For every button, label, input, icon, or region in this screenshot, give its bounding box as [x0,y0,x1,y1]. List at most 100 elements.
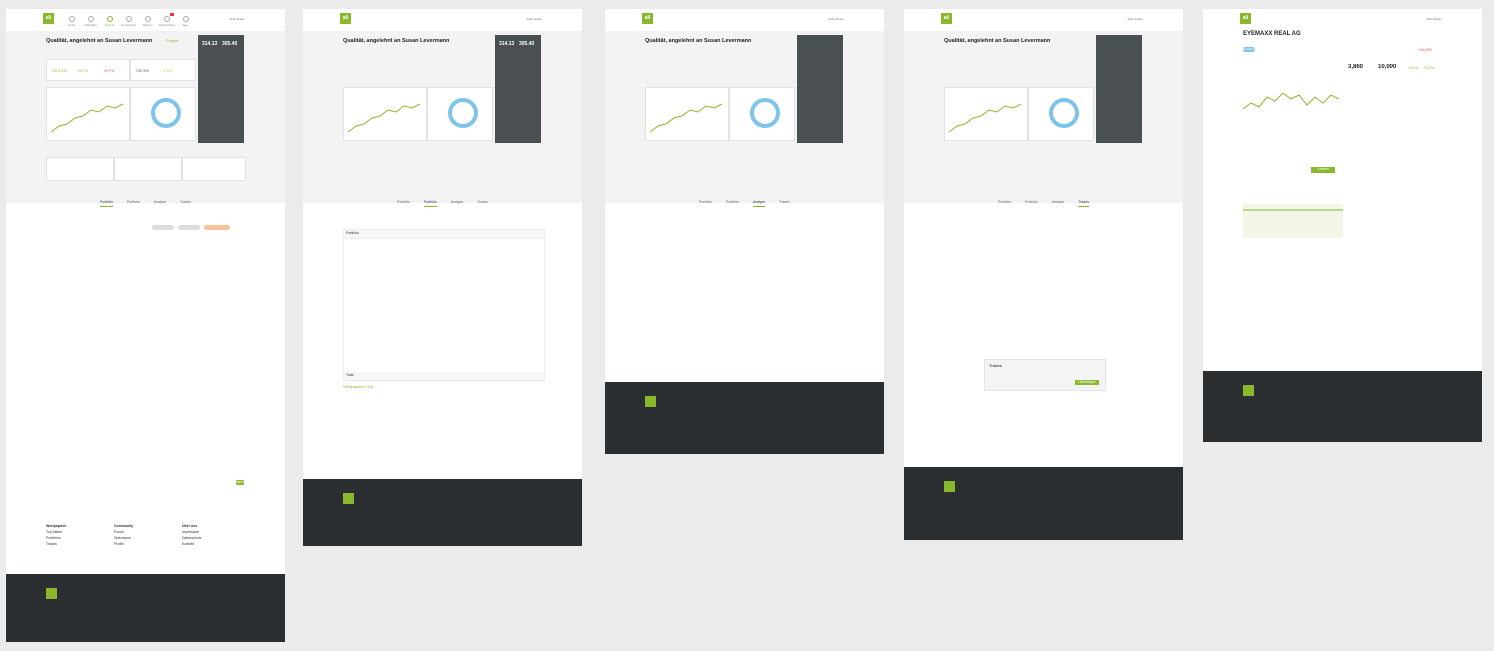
change-abs: +0,10 [1408,65,1419,70]
tab-trades[interactable]: Trades [477,197,488,207]
tab-trades[interactable]: Trades [779,197,790,207]
nav-item-new[interactable]: Neu [178,16,193,27]
board-profile-overview: ali Feed Watchlist Depots Community Wiss… [6,9,285,642]
performance-chart [50,103,124,133]
board-portfolio: ali Aktie finden Qualität, angelehnt an … [303,9,582,546]
score-panel: 314.13 305.40 [198,35,244,143]
top-nav: ali Feed Watchlist Depots Community Wiss… [6,9,285,32]
performance-chart [948,103,1022,133]
add-trade-button[interactable]: Hinzufügen [1075,380,1099,385]
stock-price-2: 10,000 [1378,64,1397,70]
nav-item-feed[interactable]: Feed [64,16,79,27]
footer-col-1: Wertpapiere Top Aktien Portfolios Trades [46,524,67,546]
top-nav: ali Aktie finden [605,9,884,32]
tab-analyse[interactable]: Analyse [752,197,766,207]
chart-card [944,87,1028,141]
nav-items: Feed Watchlist Depots Community Wissen N… [64,13,193,27]
tab-analyse[interactable]: Analyse [1052,197,1064,207]
logo[interactable]: ali [340,13,351,24]
tab-trades[interactable]: Trades [180,197,191,207]
score-panel: 314.13 305.40 [495,35,541,143]
tag-pill [204,225,230,230]
search-input[interactable]: Aktie finden [1426,17,1442,21]
score-panel [797,35,843,143]
footer [904,467,1183,540]
nav-item-depots[interactable]: Depots [102,16,117,27]
buy-button[interactable]: Kaufen [1311,167,1335,173]
footer [605,382,884,454]
logo[interactable]: ali [43,13,54,24]
score-a: 314.13 [499,41,515,47]
tab-trades[interactable]: Trades [1078,197,1089,207]
allocation-donut [151,98,181,128]
stock-badge: +24,3% [1418,47,1432,52]
allocation-donut [750,98,780,128]
tab-portfolio-2[interactable]: Portfolio [726,197,739,207]
top-nav: ali Aktie finden [303,9,582,32]
tab-portfolio[interactable]: Portfolio [397,197,410,207]
page-title: Qualität, angelehnt an Susan Levermann [645,38,752,44]
score-panel [1096,35,1142,143]
footer-logo [645,396,656,407]
tab-analyse[interactable]: Analyse [451,197,463,207]
score-b: 305.40 [519,41,535,47]
top-nav: ali Aktie finden [1203,9,1482,31]
price-chart [1243,92,1339,110]
tag-pill [178,225,200,230]
board-trades: ali Aktie finden Qualität, angelehnt an … [904,9,1183,540]
search-input[interactable]: Aktie finden [828,17,844,21]
score-b: 305.40 [222,41,238,47]
stock-price: 3,860 [1348,64,1364,70]
logo[interactable]: ali [941,13,952,24]
tab-portfolio-2[interactable]: Portfolio [127,197,140,207]
info-card-3 [182,157,246,181]
donut-card [427,87,493,141]
chart-card [645,87,729,141]
nav-item-wissen[interactable]: Wissen [140,16,155,27]
allocation-donut [448,98,478,128]
more-button[interactable]: Mehr laden [236,480,245,488]
tab-portfolio-2[interactable]: Portfolio [1025,197,1038,207]
footer-links: Wertpapiere Top Aktien Portfolios Trades Co… [6,519,285,574]
donut-card [130,87,196,141]
footer-links [904,414,1183,467]
change-pct: +0,5% [1423,65,1435,70]
donut-card [729,87,795,141]
history-chart [1243,204,1343,238]
tab-portfolio[interactable]: Portfolio [100,197,113,207]
nav-item-news[interactable]: Nachrichten [159,13,175,27]
follow-button[interactable]: Folgen [166,38,178,43]
profile-header: Qualität, angelehnt an Susan Levermann [605,31,884,203]
tabs: Portfolio Portfolio Analyse Trades [6,197,285,207]
notification-badge [170,13,174,16]
page-title: Qualität, angelehnt an Susan Levermann [46,38,153,44]
search-input[interactable]: Aktie finden [229,17,245,21]
profile-header: Qualität, angelehnt an Susan Levermann F… [6,31,285,203]
form-title: Trades [989,363,1002,368]
search-input[interactable]: Aktie finden [526,17,542,21]
description-section: Mehr laden [46,217,246,517]
portfolio-table: Portfolio Total [343,229,545,381]
footer-logo [944,481,955,492]
footer-logo [1243,385,1254,396]
tabs: Portfolio Portfolio Analyse Trades [904,197,1183,207]
tab-portfolio-2[interactable]: Portfolio [423,197,437,207]
tab-analyse[interactable]: Analyse [154,197,166,207]
nav-item-watchlist[interactable]: Watchlist [83,16,98,27]
tab-portfolio[interactable]: Portfolio [699,197,712,207]
footer [6,574,285,642]
add-trade-form: Trades Hinzufügen [984,359,1106,391]
page-title: Qualität, angelehnt an Susan Levermann [944,38,1051,44]
realtime-tag: Realtime [1243,47,1255,52]
tab-portfolio[interactable]: Portfolio [998,197,1011,207]
nav-item-community[interactable]: Community [121,16,136,27]
logo[interactable]: ali [1240,13,1251,24]
search-input[interactable]: Aktie finden [1127,17,1143,21]
footer-links [605,334,884,382]
performance-chart [347,103,421,133]
logo[interactable]: ali [642,13,653,24]
profile-header: Qualität, angelehnt an Susan Levermann 3… [303,31,582,203]
table-header: Portfolio [344,230,544,239]
page-title: Qualität, angelehnt an Susan Levermann [343,38,450,44]
footer [1203,371,1482,442]
